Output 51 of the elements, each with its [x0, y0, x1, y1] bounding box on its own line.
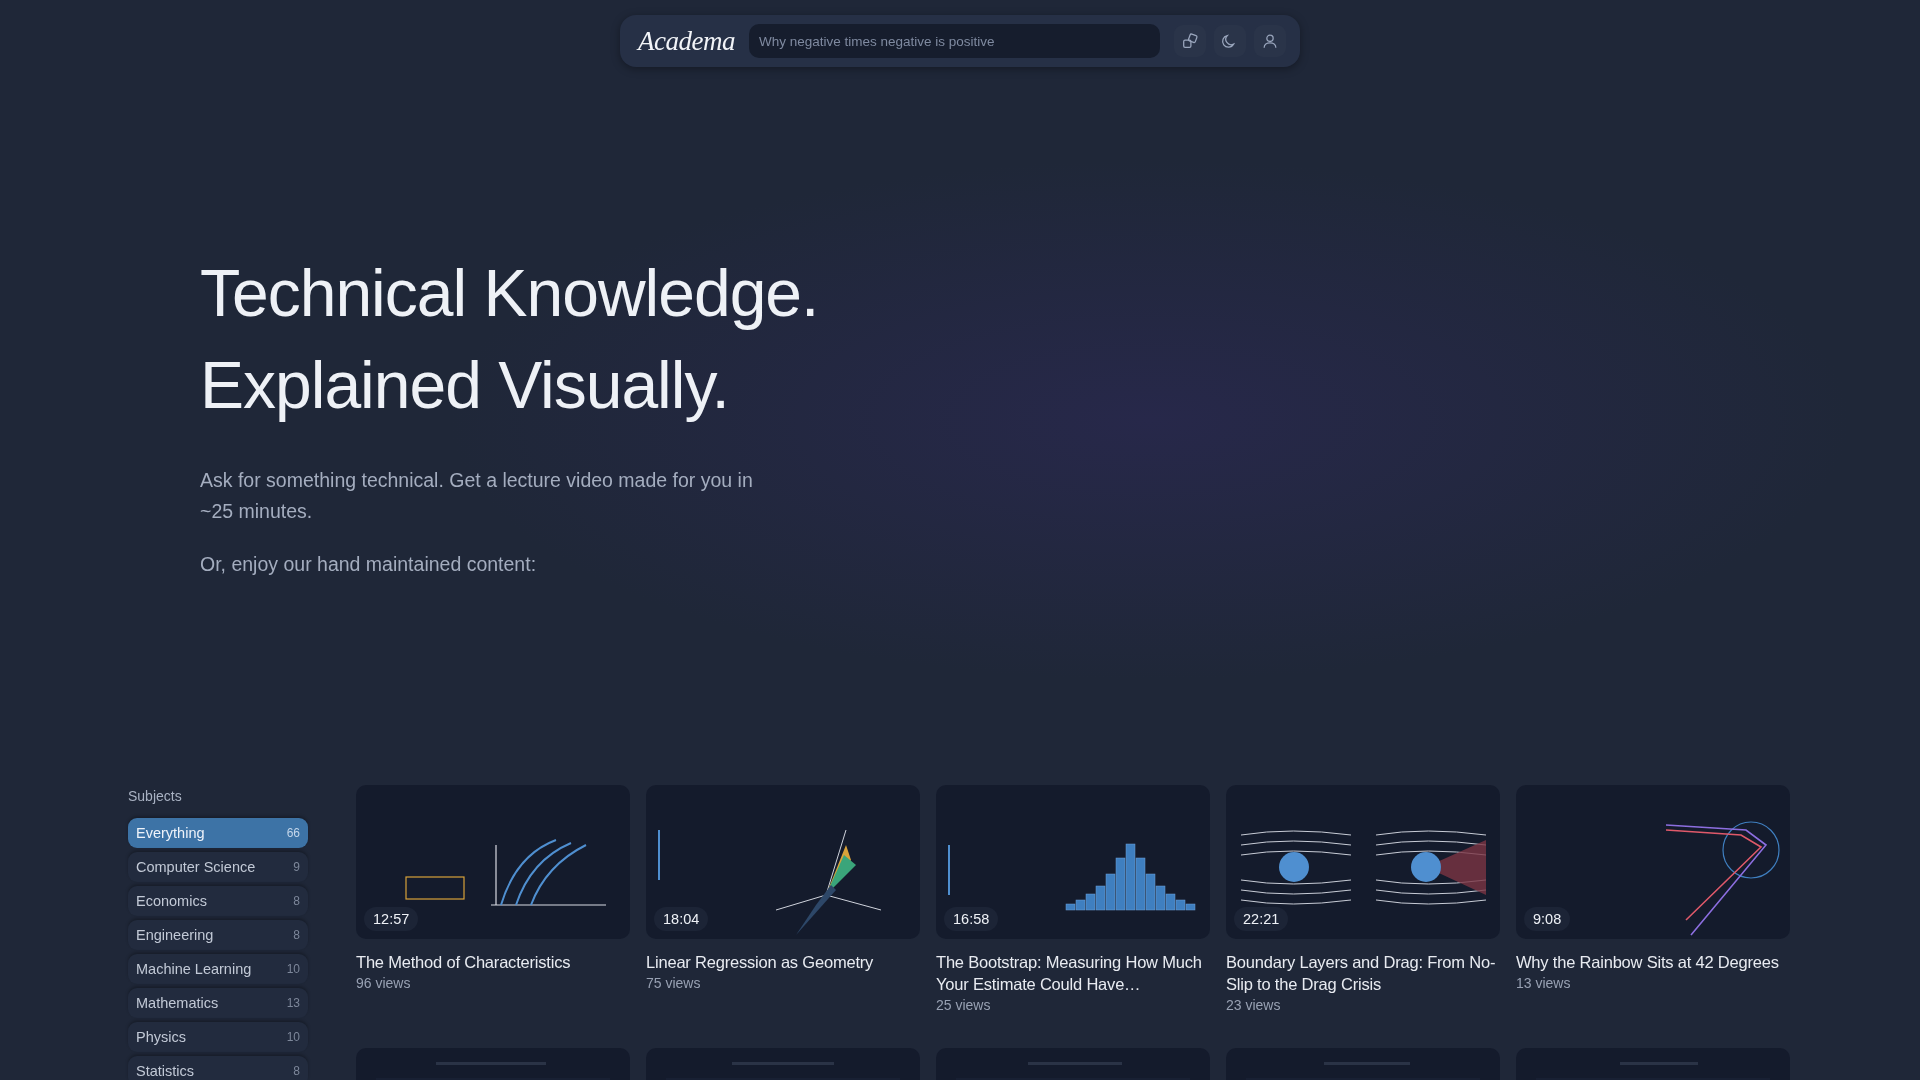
subject-label: Engineering — [136, 927, 214, 943]
video-title[interactable]: The Bootstrap: Measuring How Much Your Estimate Could Have… — [936, 951, 1210, 995]
sidebar-heading: Subjects — [128, 788, 183, 804]
view-count: 13 views — [1516, 975, 1572, 991]
duration-badge: 12:57 — [364, 907, 419, 931]
dice-icon — [1181, 32, 1199, 50]
hero-title: Technical Knowledge. — [200, 255, 819, 332]
duration-badge: 18:04 — [654, 907, 709, 931]
video-title[interactable]: The Method of Characteristics — [356, 951, 630, 973]
duration-badge: 22:21 — [1234, 907, 1289, 931]
subject-item[interactable]: Engineering 8 — [128, 920, 308, 950]
subject-count: 8 — [293, 928, 300, 942]
user-icon — [1261, 32, 1279, 50]
view-count: 75 views — [646, 975, 702, 991]
moon-button[interactable] — [1214, 25, 1246, 57]
subject-item[interactable]: Mathematics 13 — [128, 988, 308, 1018]
video-title[interactable]: Linear Regression as Geometry — [646, 951, 920, 973]
hero-description: Ask for something technical. Get a lecture video made for you in ~25 minutes. — [200, 468, 754, 524]
view-count: 23 views — [1226, 997, 1282, 1013]
video-title[interactable]: Boundary Layers and Drag: From No-Slip to the Drag Crisis — [1226, 951, 1500, 995]
dice-button[interactable] — [1174, 25, 1206, 57]
subject-count: 10 — [286, 962, 300, 976]
duration-badge: 16:58 — [944, 907, 999, 931]
subject-item[interactable]: Economics 8 — [128, 886, 308, 916]
subject-count: 10 — [286, 1030, 300, 1044]
subject-label: Everything — [136, 825, 205, 841]
subject-count: 13 — [286, 996, 300, 1010]
subject-count: 8 — [293, 1064, 300, 1078]
hero-note: Or, enjoy our hand maintained content: — [200, 553, 538, 576]
hero-title: Explained Visually. — [200, 347, 729, 424]
view-count: 25 views — [936, 997, 992, 1013]
video-title[interactable]: Why the Rainbow Sits at 42 Degrees — [1516, 951, 1790, 973]
logo[interactable]: Academa — [638, 25, 735, 57]
subject-label: Computer Science — [136, 859, 256, 875]
subject-item[interactable]: Machine Learning 10 — [128, 954, 308, 984]
view-count: 96 views — [356, 975, 412, 991]
search-field[interactable]: Why negative times negative is positive — [748, 24, 1160, 58]
subject-count: 66 — [286, 826, 300, 840]
subject-label: Statistics — [136, 1063, 194, 1079]
user-button[interactable] — [1254, 25, 1286, 57]
subject-label: Physics — [136, 1029, 186, 1045]
subject-label: Machine Learning — [136, 961, 252, 977]
subject-item[interactable]: Physics 10 — [128, 1022, 308, 1052]
subject-count: 9 — [293, 860, 300, 874]
subject-item[interactable]: Everything 66 — [128, 818, 308, 848]
subject-label: Mathematics — [136, 995, 219, 1011]
duration-badge: 9:08 — [1524, 907, 1571, 931]
subject-item[interactable]: Computer Science 9 — [128, 852, 308, 882]
subject-item[interactable]: Statistics 8 — [128, 1056, 308, 1080]
subject-label: Economics — [136, 893, 207, 909]
subject-count: 8 — [293, 894, 300, 908]
